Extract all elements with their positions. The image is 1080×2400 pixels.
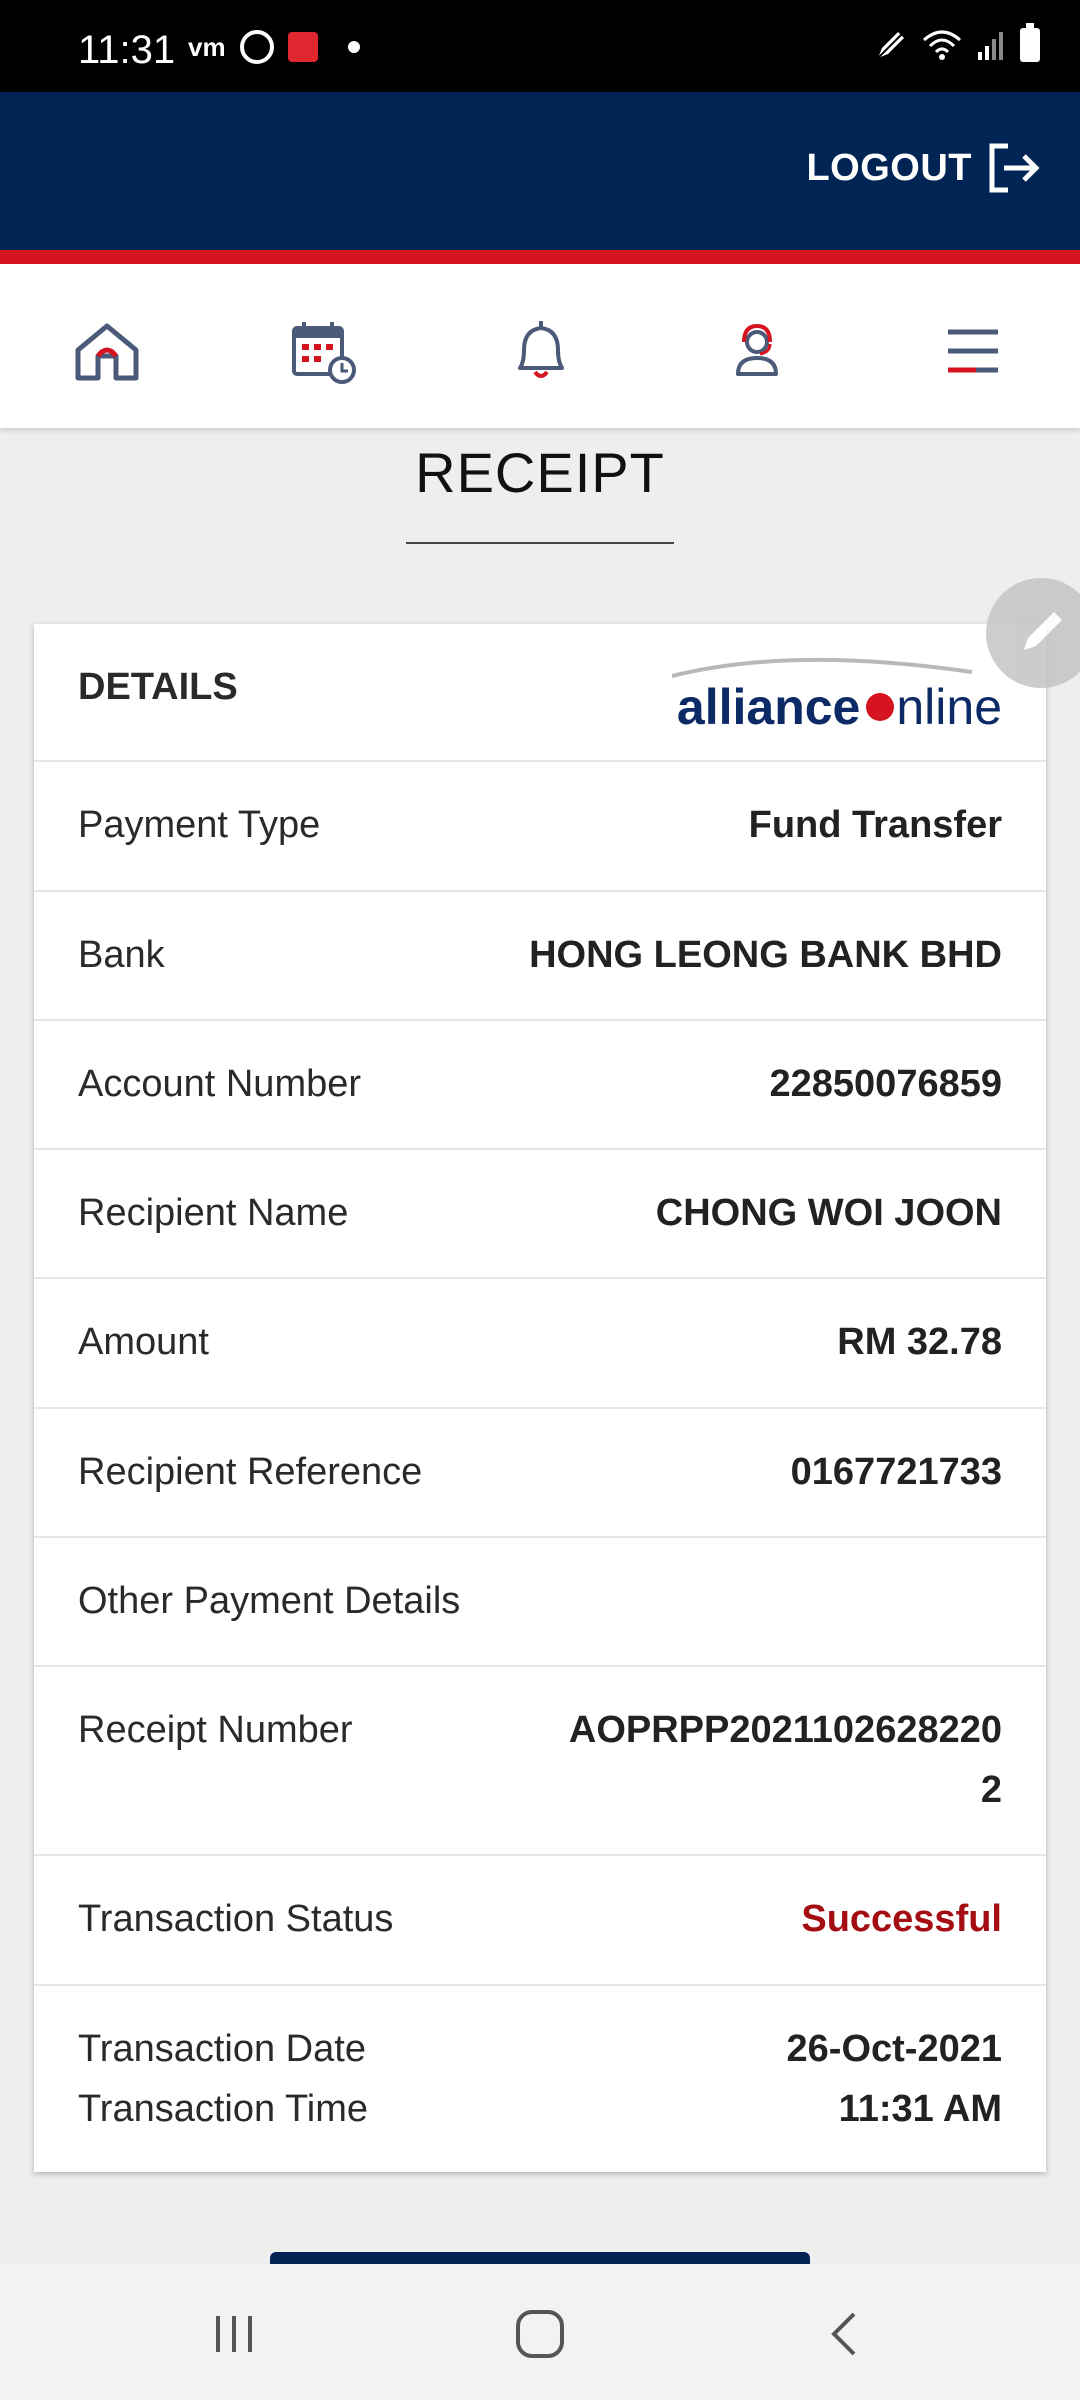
row-amount: Amount RM 32.78 <box>34 1279 1046 1409</box>
menu-icon <box>948 329 998 373</box>
back-icon[interactable] <box>820 2304 870 2364</box>
signal-icon <box>978 32 1003 60</box>
title-underline <box>406 542 674 544</box>
logout-label: LOGOUT <box>806 146 972 189</box>
wifi-icon <box>923 30 961 60</box>
icon-nav-bar <box>0 264 1080 428</box>
status-successful-value: Successful <box>801 1898 1002 1940</box>
row-label: Amount <box>78 1321 209 1363</box>
nav-support[interactable] <box>722 316 792 386</box>
nav-menu[interactable] <box>938 316 1008 386</box>
row-value-time: 11:31 AM <box>838 2088 1002 2130</box>
support-agent-icon <box>736 323 778 376</box>
row-label-date: Transaction Date <box>78 2028 366 2070</box>
row-value: 22850076859 <box>769 1063 1002 1105</box>
row-account-number: Account Number 22850076859 <box>34 1021 1046 1150</box>
home-icon <box>75 323 139 381</box>
recent-apps-icon[interactable] <box>210 2304 260 2364</box>
whatsapp-icon <box>239 30 274 64</box>
row-recipient-reference: Recipient Reference 0167721733 <box>34 1409 1046 1538</box>
row-label: Payment Type <box>78 804 321 846</box>
row-value: 0167721733 <box>790 1451 1002 1493</box>
row-value: Fund Transfer <box>748 804 1002 846</box>
row-label: Transaction Status <box>78 1898 394 1940</box>
status-right-icons <box>874 23 1040 62</box>
details-heading: DETAILS <box>78 666 238 708</box>
row-value: CHONG WOI JOON <box>655 1192 1002 1234</box>
logout-button[interactable]: LOGOUT <box>806 140 1042 196</box>
row-recipient-name: Recipient Name CHONG WOI JOON <box>34 1150 1046 1279</box>
page-title: RECEIPT <box>415 441 665 504</box>
carrier-label: vm <box>188 31 226 62</box>
pen-icon <box>875 31 905 61</box>
nav-home[interactable] <box>72 316 142 386</box>
nav-schedule[interactable] <box>288 316 358 386</box>
row-label-time: Transaction Time <box>78 2088 369 2130</box>
notification-dot <box>347 41 360 53</box>
bell-icon <box>518 321 564 378</box>
row-transaction-datetime: Transaction Date Transaction Time 26-Oct… <box>34 1986 1046 2172</box>
pencil-icon <box>1024 612 1062 650</box>
status-left-icons: vm <box>188 30 360 64</box>
logout-icon <box>989 143 1040 193</box>
row-transaction-status: Transaction Status Successful <box>34 1856 1046 1986</box>
card-header: DETAILS alliance nline <box>34 624 1046 762</box>
row-label: Bank <box>78 934 165 976</box>
calendar-schedule-icon <box>292 322 356 384</box>
row-label: Other Payment Details <box>78 1580 461 1622</box>
row-value-line2: 2 <box>980 1769 1002 1811</box>
row-label: Recipient Name <box>78 1192 349 1234</box>
row-label: Receipt Number <box>78 1709 353 1751</box>
wow-app-icon <box>287 32 318 62</box>
status-time: 11:31 <box>78 28 176 72</box>
row-other-payment-details: Other Payment Details <box>34 1538 1046 1667</box>
row-payment-type: Payment Type Fund Transfer <box>34 762 1046 892</box>
row-receipt-number: Receipt Number AOPRPP2021102628220 2 <box>34 1667 1046 1856</box>
row-value-date: 26-Oct-2021 <box>786 2028 1002 2070</box>
battery-icon <box>1020 23 1040 62</box>
row-value: HONG LEONG BANK BHD <box>529 934 1002 976</box>
receipt-card: DETAILS alliance nline Payment Type Fund … <box>34 624 1046 2172</box>
alliance-online-logo: alliance nline <box>672 654 1002 735</box>
home-circle-icon[interactable] <box>510 2304 570 2364</box>
header-accent-line <box>0 250 1080 264</box>
row-value-line1: AOPRPP2021102628220 <box>568 1709 1002 1751</box>
row-label: Account Number <box>78 1063 362 1105</box>
nav-notifications[interactable] <box>506 316 576 386</box>
row-bank: Bank HONG LEONG BANK BHD <box>34 892 1046 1021</box>
row-label: Recipient Reference <box>78 1451 423 1493</box>
system-nav-bar <box>0 2264 1080 2400</box>
status-bar: 11:31 vm <box>0 0 1080 92</box>
row-value: RM 32.78 <box>837 1321 1002 1363</box>
